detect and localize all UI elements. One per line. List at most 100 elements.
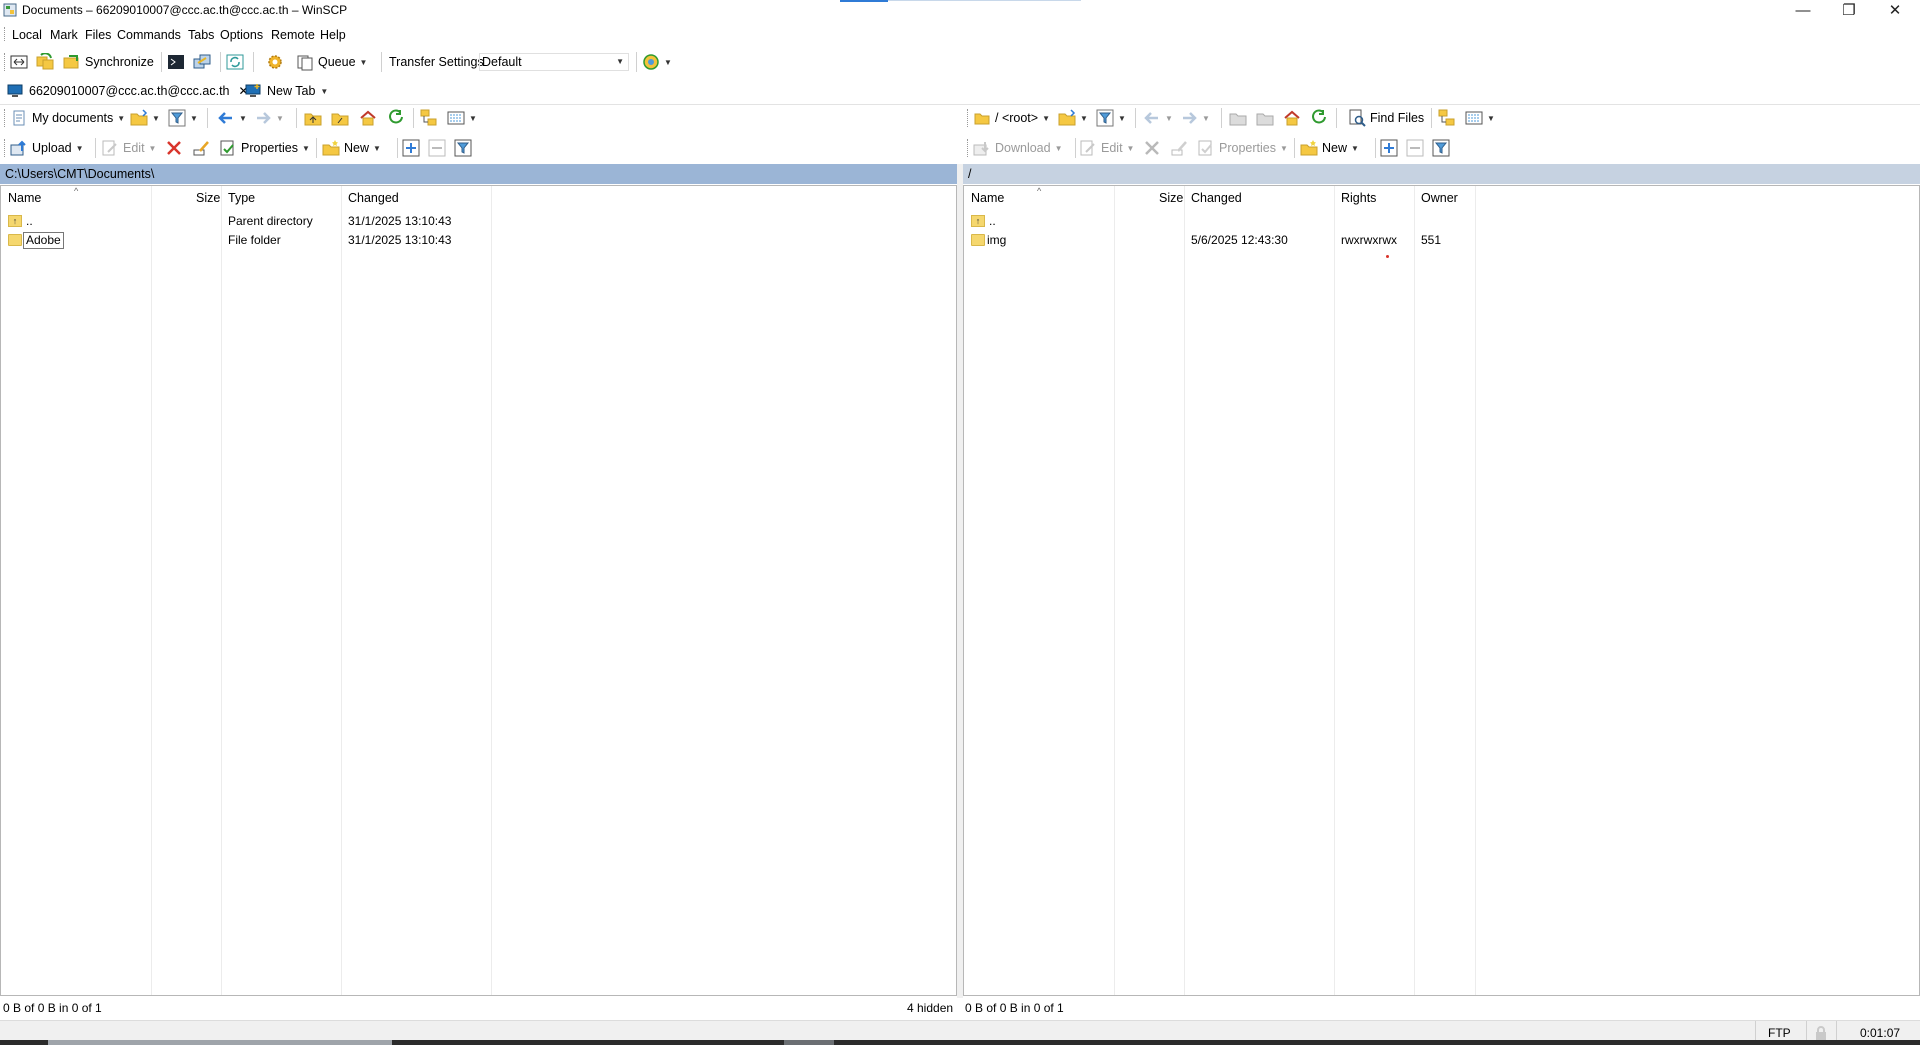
taskbar-highlight: [48, 1040, 392, 1045]
local-column-name[interactable]: Name: [8, 186, 41, 210]
chevron-down-icon: ▼: [320, 86, 329, 96]
local-properties-button[interactable]: Properties ▼: [219, 137, 310, 159]
tab-new[interactable]: New Tab ▼: [244, 80, 328, 102]
window-title: Documents – 66209010007@ccc.ac.th@ccc.ac…: [22, 3, 348, 17]
remote-select-button[interactable]: [1380, 137, 1398, 159]
local-location-dropdown[interactable]: My documents ▼: [10, 107, 125, 129]
remote-root-directory-button[interactable]: [1256, 107, 1274, 129]
remote-new-button[interactable]: New ▼: [1300, 137, 1359, 159]
refresh-queue-button[interactable]: [226, 51, 244, 73]
local-back-button[interactable]: ▼: [217, 107, 247, 129]
remote-refresh-button[interactable]: [1310, 107, 1328, 129]
local-root-directory-button[interactable]: [331, 107, 349, 129]
remote-edit-label: Edit: [1101, 141, 1123, 155]
local-column-size[interactable]: Size: [196, 186, 220, 210]
table-row[interactable]: Adobe File folder 31/1/2025 13:10:43: [1, 231, 956, 250]
menu-remote[interactable]: Remote: [271, 28, 315, 42]
local-tree-button[interactable]: [420, 107, 438, 129]
chevron-down-icon: ▼: [1042, 113, 1051, 123]
local-column-changed[interactable]: Changed: [348, 186, 399, 210]
folder-icon: [971, 234, 985, 246]
local-edit-button[interactable]: Edit ▼: [101, 137, 156, 159]
menu-mark[interactable]: Mark: [50, 28, 78, 42]
download-label: Download: [995, 141, 1051, 155]
synchronize-browsing-button[interactable]: [36, 51, 54, 73]
properties-icon: [1197, 139, 1215, 157]
local-refresh-button[interactable]: [387, 107, 405, 129]
minimize-button[interactable]: —: [1780, 0, 1826, 22]
remote-delete-button[interactable]: [1143, 137, 1161, 159]
remote-file-panel[interactable]: Name ^ Size Changed Rights Owner ↑ .. im…: [963, 185, 1920, 996]
remote-path-bar[interactable]: /: [963, 164, 1920, 184]
menu-tabs[interactable]: Tabs: [188, 28, 214, 42]
restore-button[interactable]: ❐: [1826, 0, 1872, 22]
remote-parent-directory-button[interactable]: [1229, 107, 1247, 129]
remote-column-size[interactable]: Size: [1159, 186, 1183, 210]
local-path-bar[interactable]: C:\Users\CMT\Documents\: [0, 164, 957, 184]
local-filter-button[interactable]: ▼: [168, 107, 198, 129]
remote-filter-select-button[interactable]: [1432, 137, 1450, 159]
table-row[interactable]: ↑ .. Parent directory 31/1/2025 13:10:43: [1, 212, 956, 231]
local-forward-button[interactable]: ▼: [254, 107, 284, 129]
local-home-directory-button[interactable]: [359, 107, 377, 129]
toolbar-separator: [220, 52, 221, 72]
remote-column-rights[interactable]: Rights: [1341, 186, 1376, 210]
remote-location-dropdown[interactable]: / <root> ▼: [973, 107, 1050, 129]
find-files-button[interactable]: Find Files: [1348, 107, 1424, 129]
remote-tree-button[interactable]: [1438, 107, 1456, 129]
table-row[interactable]: ↑ ..: [964, 212, 1919, 231]
transfer-settings-dropdown[interactable]: Default ▼: [479, 53, 629, 71]
remote-edit-button[interactable]: Edit ▼: [1079, 137, 1134, 159]
local-parent-directory-button[interactable]: [304, 107, 322, 129]
local-file-panel[interactable]: Name ^ Size Type Changed ↑ .. Parent dir…: [0, 185, 957, 996]
chevron-down-icon: ▼: [239, 113, 247, 123]
tab-new-label: New Tab: [267, 84, 316, 98]
toolbar-separator: [636, 52, 637, 72]
synchronize-button[interactable]: Synchronize: [63, 51, 154, 73]
local-view-button[interactable]: ▼: [447, 107, 477, 129]
sort-ascending-icon: ^: [1037, 186, 1042, 196]
local-delete-button[interactable]: [165, 137, 183, 159]
transfer-mode-button[interactable]: ▼: [642, 51, 672, 73]
local-open-directory-button[interactable]: ▼: [130, 107, 160, 129]
remote-rename-button[interactable]: [1170, 137, 1188, 159]
remote-properties-button[interactable]: Properties ▼: [1197, 137, 1288, 159]
remote-home-directory-button[interactable]: [1283, 107, 1301, 129]
upload-button[interactable]: Upload ▼: [10, 137, 84, 159]
open-terminal-button[interactable]: [167, 51, 185, 73]
upload-label: Upload: [32, 141, 72, 155]
preferences-button[interactable]: [266, 51, 284, 73]
local-unselect-button[interactable]: [428, 137, 446, 159]
remote-filter-button[interactable]: ▼: [1096, 107, 1126, 129]
menu-files[interactable]: Files: [85, 28, 111, 42]
remote-back-button[interactable]: ▼: [1143, 107, 1173, 129]
local-hidden-count[interactable]: 4 hidden: [907, 998, 953, 1018]
tab-session[interactable]: 66209010007@ccc.ac.th@ccc.ac.th ✕: [6, 80, 249, 102]
table-row[interactable]: img 5/6/2025 12:43:30 rwxrwxrwx 551: [964, 231, 1919, 250]
toolbar-grip: [967, 139, 970, 157]
remote-unselect-button[interactable]: [1406, 137, 1424, 159]
remote-column-name[interactable]: Name: [971, 186, 1004, 210]
column-divider: [491, 186, 492, 995]
remote-open-directory-button[interactable]: ▼: [1058, 107, 1088, 129]
remote-column-changed[interactable]: Changed: [1191, 186, 1242, 210]
close-button[interactable]: ✕: [1872, 0, 1918, 22]
menu-local[interactable]: Local: [12, 28, 42, 42]
menu-options[interactable]: Options: [220, 28, 263, 42]
arrow-left-icon: [1143, 109, 1161, 127]
remote-column-owner[interactable]: Owner: [1421, 186, 1458, 210]
compare-directories-button[interactable]: [10, 51, 28, 73]
remote-view-button[interactable]: ▼: [1465, 107, 1495, 129]
local-column-type[interactable]: Type: [228, 186, 255, 210]
open-putty-button[interactable]: [193, 51, 211, 73]
menu-commands[interactable]: Commands: [117, 28, 181, 42]
local-filter-select-button[interactable]: [454, 137, 472, 159]
download-button[interactable]: Download ▼: [973, 137, 1063, 159]
queue-button[interactable]: Queue ▼: [296, 51, 367, 73]
remote-forward-button[interactable]: ▼: [1180, 107, 1210, 129]
local-select-button[interactable]: [402, 137, 420, 159]
refresh-icon: [1310, 109, 1328, 127]
local-new-button[interactable]: New ▼: [322, 137, 381, 159]
local-rename-button[interactable]: [192, 137, 210, 159]
menu-help[interactable]: Help: [320, 28, 346, 42]
